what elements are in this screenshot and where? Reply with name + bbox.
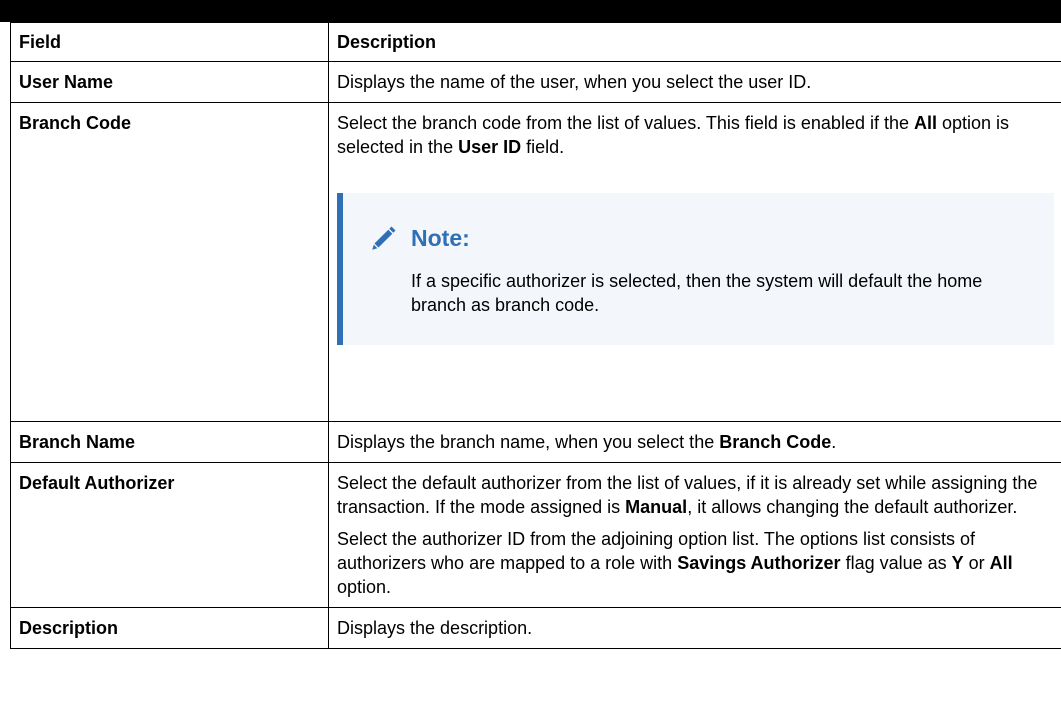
text-span: . bbox=[831, 432, 837, 452]
text-span: option. bbox=[337, 577, 392, 597]
note-title: Note: bbox=[411, 225, 470, 251]
bold-term: All bbox=[989, 553, 1013, 573]
desc-paragraph-2: Select the authorizer ID from the adjoin… bbox=[337, 527, 1054, 599]
desc-default-authorizer: Select the default authorizer from the l… bbox=[328, 462, 1061, 608]
pencil-icon bbox=[372, 226, 396, 250]
bold-term: Manual bbox=[625, 497, 688, 517]
text-span: flag value as bbox=[840, 553, 952, 573]
note-text: If a specific authorizer is selected, th… bbox=[411, 271, 983, 315]
text-span: , it allows changing the default authori… bbox=[687, 497, 1018, 517]
table-row: Branch Name Displays the branch name, wh… bbox=[10, 421, 1061, 463]
bold-term: Y bbox=[951, 553, 964, 573]
desc-text: Select the branch code from the list of … bbox=[337, 111, 1054, 159]
desc-branch-code: Select the branch code from the list of … bbox=[328, 102, 1061, 422]
field-branch-name: Branch Name bbox=[10, 421, 329, 463]
field-user-name: User Name bbox=[10, 61, 329, 103]
text-span: field. bbox=[521, 137, 565, 157]
table-header-row: Field Description bbox=[10, 22, 1061, 62]
desc-description: Displays the description. bbox=[328, 607, 1061, 649]
bold-term: User ID bbox=[458, 137, 522, 157]
header-field: Field bbox=[10, 22, 329, 62]
desc-paragraph-1: Select the default authorizer from the l… bbox=[337, 471, 1054, 519]
field-default-authorizer: Default Authorizer bbox=[10, 462, 329, 608]
text-span: Select the branch code from the list of … bbox=[337, 113, 914, 133]
note-box: Note: If a specific authorizer is select… bbox=[337, 193, 1054, 345]
field-description: Description bbox=[10, 607, 329, 649]
desc-text: Displays the name of the user, when you … bbox=[337, 72, 812, 92]
bold-term: Branch Code bbox=[719, 432, 832, 452]
table-row: Default Authorizer Select the default au… bbox=[10, 462, 1061, 608]
text-span: or bbox=[963, 553, 990, 573]
bold-term: All bbox=[913, 113, 937, 133]
note-header: Note: bbox=[363, 223, 1034, 253]
table-row: Description Displays the description. bbox=[10, 607, 1061, 649]
field-branch-code: Branch Code bbox=[10, 102, 329, 422]
table-row: Branch Code Select the branch code from … bbox=[10, 102, 1061, 422]
table-row: User Name Displays the name of the user,… bbox=[10, 61, 1061, 103]
desc-branch-name: Displays the branch name, when you selec… bbox=[328, 421, 1061, 463]
top-bar bbox=[0, 0, 1061, 22]
desc-text: Displays the branch name, when you selec… bbox=[337, 430, 1054, 454]
bold-term: Savings Authorizer bbox=[677, 553, 841, 573]
header-description: Description bbox=[328, 22, 1061, 62]
field-description-table: Field Description User Name Displays the… bbox=[10, 22, 1061, 649]
desc-text: Displays the description. bbox=[337, 618, 533, 638]
desc-user-name: Displays the name of the user, when you … bbox=[328, 61, 1061, 103]
text-span: Displays the branch name, when you selec… bbox=[337, 432, 720, 452]
